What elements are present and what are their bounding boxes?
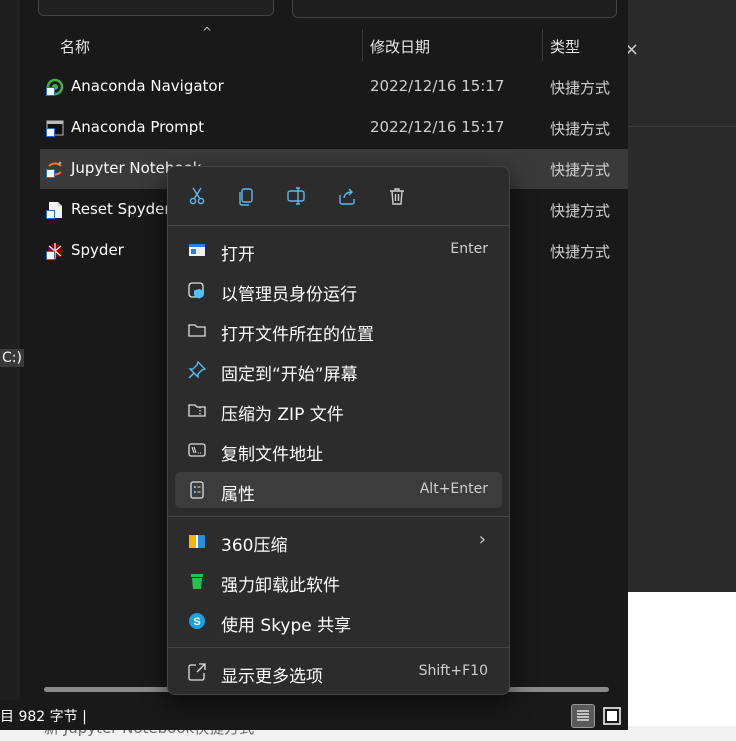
column-header-date[interactable]: 修改日期 bbox=[370, 36, 430, 57]
external-open-icon bbox=[188, 663, 206, 681]
trash-icon bbox=[390, 188, 404, 205]
context-menu: 打开 Enter 以管理员身份运行 打开文件所在的位置 固定到“开始”屏幕 压缩… bbox=[167, 166, 510, 695]
menu-item-label: 360压缩 bbox=[221, 536, 288, 556]
skype-icon: S bbox=[189, 613, 205, 629]
share-icon bbox=[339, 188, 355, 205]
status-bar-text: 目 982 字节 | bbox=[0, 709, 87, 725]
shortcut-arrow-icon bbox=[46, 87, 55, 96]
shortcut-arrow-icon bbox=[46, 128, 55, 137]
menu-item-shortcut: Alt+Enter bbox=[419, 481, 488, 497]
menu-item-compress-zip[interactable]: 压缩为 ZIP 文件 bbox=[175, 392, 502, 428]
menu-item-run-as-admin[interactable]: 以管理员身份运行 bbox=[175, 272, 502, 308]
file-type: 快捷方式 bbox=[550, 202, 611, 220]
delete-button[interactable] bbox=[382, 181, 412, 211]
menu-separator bbox=[168, 647, 509, 648]
file-date: 2022/12/16 15:17 bbox=[370, 77, 505, 95]
menu-item-open-location[interactable]: 打开文件所在的位置 bbox=[175, 312, 502, 348]
sort-ascending-icon: ^ bbox=[202, 25, 213, 39]
svg-text:S: S bbox=[193, 616, 200, 628]
archive-360-icon bbox=[189, 535, 205, 548]
menu-item-label: 打开文件所在的位置 bbox=[221, 325, 374, 345]
file-date: 2022/12/16 15:17 bbox=[370, 118, 505, 136]
menu-item-label: 强力卸载此软件 bbox=[221, 576, 340, 596]
menu-item-label: 显示更多选项 bbox=[221, 667, 323, 687]
column-header-name[interactable]: 名称 bbox=[60, 36, 90, 57]
menu-item-shortcut: Enter bbox=[450, 241, 488, 257]
menu-item-label: 固定到“开始”屏幕 bbox=[221, 365, 358, 385]
file-name: Spyder bbox=[71, 241, 124, 259]
menu-item-skype-share[interactable]: S 使用 Skype 共享 bbox=[175, 603, 502, 639]
shortcut-arrow-icon bbox=[46, 251, 55, 260]
file-type: 快捷方式 bbox=[550, 120, 611, 138]
file-name: Reset Spyder bbox=[71, 200, 171, 218]
column-divider[interactable] bbox=[362, 29, 363, 61]
menu-item-label: 以管理员身份运行 bbox=[221, 285, 357, 305]
drive-label[interactable]: C:) bbox=[0, 349, 24, 367]
rename-button[interactable] bbox=[282, 181, 312, 211]
file-type: 快捷方式 bbox=[550, 79, 611, 97]
menu-item-copy-path[interactable]: 复制文件地址 bbox=[175, 432, 502, 468]
column-divider[interactable] bbox=[542, 29, 543, 61]
pin-icon bbox=[188, 361, 206, 379]
address-bar[interactable] bbox=[38, 0, 274, 16]
file-name: Anaconda Navigator bbox=[71, 77, 224, 95]
menu-separator bbox=[168, 225, 509, 226]
copy-icon bbox=[239, 188, 253, 206]
cut-button[interactable] bbox=[182, 181, 212, 211]
search-input[interactable] bbox=[292, 0, 617, 18]
menu-item-label: 打开 bbox=[221, 245, 255, 265]
large-icons-view-icon bbox=[603, 707, 621, 725]
window-open-icon bbox=[189, 244, 205, 256]
details-view-icon bbox=[577, 710, 589, 721]
shortcut-arrow-icon bbox=[46, 169, 55, 178]
desktop-area bbox=[628, 592, 736, 741]
copy-button[interactable] bbox=[232, 181, 262, 211]
menu-item-label: 属性 bbox=[221, 485, 255, 505]
menu-item-open[interactable]: 打开 Enter bbox=[175, 232, 502, 268]
large-icons-view-button[interactable] bbox=[600, 704, 624, 728]
scissors-icon bbox=[189, 187, 205, 205]
menu-item-pin-start[interactable]: 固定到“开始”屏幕 bbox=[175, 352, 502, 388]
rename-icon bbox=[287, 187, 305, 205]
menu-item-label: 使用 Skype 共享 bbox=[221, 616, 352, 636]
column-header-type[interactable]: 类型 bbox=[550, 36, 580, 57]
file-type: 快捷方式 bbox=[550, 243, 611, 261]
folder-icon bbox=[188, 324, 206, 337]
menu-item-force-uninstall[interactable]: 强力卸载此软件 bbox=[175, 563, 502, 599]
green-trash-icon bbox=[191, 574, 203, 589]
menu-item-properties[interactable]: 属性 Alt+Enter bbox=[175, 472, 502, 508]
file-type: 快捷方式 bbox=[550, 161, 611, 179]
path-icon bbox=[188, 443, 206, 457]
file-name: Anaconda Prompt bbox=[71, 118, 205, 136]
menu-item-label: 复制文件地址 bbox=[221, 445, 323, 465]
zip-folder-icon bbox=[188, 404, 206, 417]
shield-icon bbox=[188, 282, 204, 299]
menu-separator bbox=[168, 516, 509, 517]
details-view-button[interactable] bbox=[571, 704, 595, 728]
file-row[interactable]: Anaconda Navigator 2022/12/16 15:17 快捷方式 bbox=[40, 67, 628, 107]
share-button[interactable] bbox=[332, 181, 362, 211]
background-window bbox=[628, 0, 736, 592]
chevron-right-icon: › bbox=[478, 529, 486, 550]
shortcut-arrow-icon bbox=[46, 210, 55, 219]
file-row[interactable]: Anaconda Prompt 2022/12/16 15:17 快捷方式 bbox=[40, 108, 628, 148]
menu-item-360-compress[interactable]: 360压缩 › bbox=[175, 523, 502, 559]
background-divider bbox=[628, 126, 736, 127]
menu-item-shortcut: Shift+F10 bbox=[418, 663, 488, 679]
menu-item-more-options[interactable]: 显示更多选项 Shift+F10 bbox=[175, 654, 502, 690]
menu-item-label: 压缩为 ZIP 文件 bbox=[221, 405, 344, 425]
properties-icon bbox=[190, 481, 204, 499]
